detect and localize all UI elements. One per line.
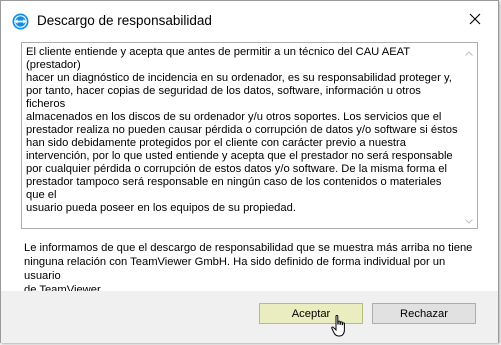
window-title: Descargo de responsabilidad — [37, 13, 212, 28]
disclaimer-textbox[interactable]: El cliente entiende y acepta que antes d… — [21, 42, 478, 229]
teamviewer-icon — [12, 13, 29, 30]
button-bar: Aceptar Rechazar — [1, 291, 498, 343]
disclaimer-text: El cliente entiende y acepta que antes d… — [26, 46, 458, 214]
vertical-scrollbar[interactable] — [460, 43, 477, 228]
mouse-cursor-icon — [331, 314, 349, 339]
dialog-window: Descargo de responsabilidad El cliente e… — [0, 0, 499, 343]
scroll-down-button[interactable] — [460, 211, 477, 228]
chevron-down-icon — [464, 211, 473, 229]
teamviewer-notice: Le informamos de que el descargo de resp… — [24, 242, 473, 296]
scroll-up-button[interactable] — [460, 43, 477, 60]
close-button[interactable] — [452, 1, 498, 40]
reject-button[interactable]: Rechazar — [372, 303, 476, 324]
close-icon — [469, 12, 481, 30]
chevron-up-icon — [464, 43, 473, 61]
title-bar[interactable]: Descargo de responsabilidad — [1, 1, 498, 40]
